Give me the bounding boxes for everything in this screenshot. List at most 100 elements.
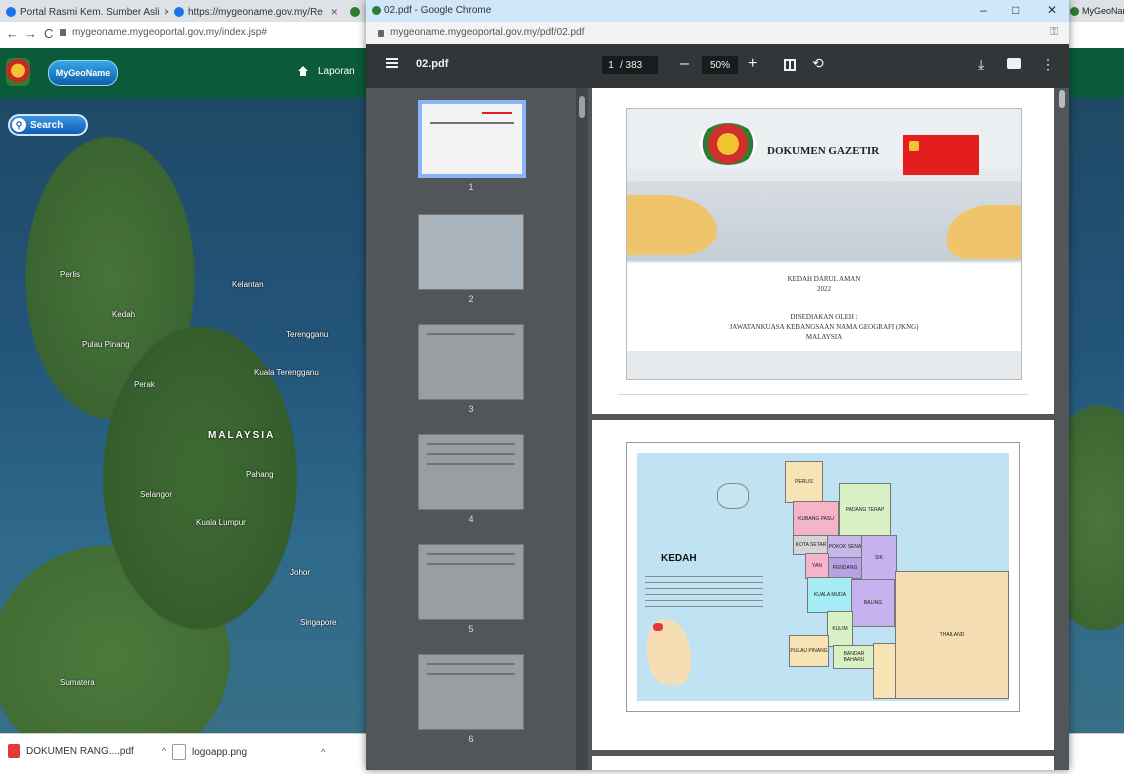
maximize-button[interactable]: □ <box>1012 3 1019 17</box>
map-legend <box>645 571 763 612</box>
thumbnail-scrollbar[interactable] <box>576 88 588 770</box>
close-tab-icon[interactable]: ✕ <box>330 7 338 18</box>
document-scrollbar[interactable] <box>1056 88 1069 770</box>
map-label: Singapore <box>300 618 337 627</box>
cover-country: MALAYSIA <box>805 333 843 341</box>
background-url-field[interactable]: mygeoname.mygeoportal.gov.my/index.jsp# <box>60 27 267 38</box>
district-label: PULAU PINANG <box>789 635 829 667</box>
background-tab[interactable] <box>344 2 366 22</box>
map-label: Kedah <box>112 310 136 319</box>
district-label: KOTA SETAR <box>793 535 829 555</box>
tab-label: Portal Rasmi Kem. Sumber Asli <box>20 6 160 18</box>
state-crest-logo <box>6 58 30 86</box>
forward-arrow-icon[interactable]: → <box>24 26 37 41</box>
search-button[interactable]: ⚲ Search <box>8 114 88 136</box>
site-favicon-icon <box>372 6 381 15</box>
more-options-icon[interactable]: ⋮ <box>1041 56 1055 73</box>
print-icon[interactable] <box>1007 58 1021 69</box>
zoom-in-button[interactable]: + <box>748 55 757 73</box>
download-icon[interactable]: ⤓ <box>978 56 984 73</box>
background-tab[interactable]: Portal Rasmi Kem. Sumber Asli ✕ <box>0 2 168 22</box>
district-label: YAN <box>805 553 829 579</box>
key-icon[interactable]: ⚿ <box>1050 26 1058 39</box>
thumbnail-number: 2 <box>468 294 474 304</box>
cover-title: DOKUMEN GAZETIR <box>767 145 880 157</box>
page-thumbnail[interactable]: 5 <box>418 544 524 634</box>
background-tab[interactable]: https://mygeoname.gov.my/Re ✕ <box>168 2 344 22</box>
map-title: KEDAH <box>661 553 697 564</box>
thumbnail-number: 5 <box>468 624 474 634</box>
zoom-out-button[interactable]: – <box>680 55 689 73</box>
scroll-handle[interactable] <box>1059 90 1065 108</box>
background-tab-mygeoname[interactable]: MyGeoName <box>1068 0 1124 22</box>
page-thumbnail[interactable]: 1 <box>418 100 526 192</box>
district-label: PENDANG <box>827 557 863 579</box>
nav-link-laporan[interactable]: Laporan <box>318 66 355 77</box>
chevron-up-icon[interactable]: ^ <box>162 746 166 756</box>
cover-committee: JAWATANKUASA KEBANGSAAN NAMA GEOGRAFI (J… <box>729 323 919 331</box>
pdf-document-view[interactable]: DOKUMEN GAZETIR KEDAH DARUL AMAN 2022 DI… <box>588 88 1069 770</box>
kedah-district-map: KEDAH PERLIS KUBANG PASU PADANG TERAP KO… <box>626 442 1020 712</box>
search-label: Search <box>30 119 64 131</box>
cover-prepared-by: DISEDIAKAN OLEH : <box>790 313 858 321</box>
map-label: MALAYSIA <box>208 430 276 441</box>
cover-year: 2022 <box>817 285 831 293</box>
pdf-file-name: 02.pdf <box>416 58 449 70</box>
page-thumbnail[interactable]: 3 <box>418 324 524 414</box>
map-label: Kuala Terengganu <box>254 368 319 377</box>
pdf-page-2: KEDAH PERLIS KUBANG PASU PADANG TERAP KO… <box>592 420 1054 750</box>
rotate-icon[interactable]: ⟲ <box>812 55 824 72</box>
pdf-toolbar: 02.pdf 1 / 383 – 50% + ⟲ ⤓ ⋮ <box>366 44 1069 88</box>
search-icon: ⚲ <box>12 118 26 132</box>
pdf-viewer-window: 02.pdf - Google Chrome – □ ✕ mygeoname.m… <box>366 0 1069 770</box>
page-selector[interactable]: 1 / 383 <box>602 56 658 74</box>
lock-icon <box>378 30 384 37</box>
window-title-bar[interactable]: 02.pdf - Google Chrome – □ ✕ <box>366 0 1069 22</box>
scroll-handle[interactable] <box>579 96 585 118</box>
tab-label: MyGeoName <box>1082 6 1124 16</box>
page-thumbnail[interactable]: 6 <box>418 654 524 744</box>
window-title: 02.pdf - Google Chrome <box>384 5 492 16</box>
current-page-input[interactable]: 1 <box>602 60 620 71</box>
district-label: PADANG TERAP <box>839 483 891 537</box>
map-label: Selangor <box>140 490 173 499</box>
map-label: Johor <box>290 568 311 577</box>
download-item[interactable]: DOKUMEN RANG....pdf ^ <box>8 744 166 758</box>
district-label: PERLIS <box>785 461 823 503</box>
district-label: KULIM <box>827 611 853 647</box>
district-label: BANDAR BAHARU <box>833 645 875 669</box>
site-favicon-icon <box>350 7 360 17</box>
pdf-page-3 <box>592 756 1054 770</box>
kedah-crest-logo <box>699 123 757 165</box>
district-label: BALING <box>851 579 895 627</box>
download-filename: logoapp.png <box>192 746 248 758</box>
district-label: KUBANG PASU <box>793 501 839 537</box>
close-button[interactable]: ✕ <box>1047 3 1057 17</box>
page-thumbnail[interactable]: 2 <box>418 214 524 304</box>
fit-page-icon[interactable] <box>784 59 796 71</box>
image-file-icon <box>172 744 186 760</box>
thumbnail-sidebar: 1 2 3 4 5 6 <box>366 88 576 770</box>
district-label: KUALA MUDA <box>807 577 853 613</box>
url-text: mygeoname.mygeoportal.gov.my/pdf/02.pdf <box>390 27 585 38</box>
back-arrow-icon[interactable]: ← <box>6 26 19 41</box>
download-item[interactable]: logoapp.png ^ <box>172 744 325 760</box>
map-label: Kuala Lumpur <box>196 518 246 527</box>
map-label: Perlis <box>60 270 81 279</box>
total-pages: / 383 <box>620 59 643 71</box>
url-text: mygeoname.mygeoportal.gov.my/index.jsp# <box>72 27 267 38</box>
menu-icon[interactable] <box>386 58 398 68</box>
reload-icon[interactable]: C <box>44 26 53 41</box>
chevron-up-icon[interactable]: ^ <box>321 747 325 757</box>
home-icon[interactable] <box>297 65 309 77</box>
tab-label: https://mygeoname.gov.my/Re <box>188 6 323 18</box>
map-label: Pulau Pinang <box>82 340 130 349</box>
minimize-button[interactable]: – <box>980 3 987 17</box>
map-label: Terengganu <box>286 330 329 339</box>
mygeoname-logo[interactable]: MyGeoName <box>48 60 118 86</box>
zoom-input[interactable]: 50% <box>702 56 738 74</box>
kedah-flag <box>903 135 979 175</box>
address-bar[interactable]: mygeoname.mygeoportal.gov.my/pdf/02.pdf … <box>366 22 1069 45</box>
thumbnail-number: 3 <box>468 404 474 414</box>
page-thumbnail[interactable]: 4 <box>418 434 524 524</box>
